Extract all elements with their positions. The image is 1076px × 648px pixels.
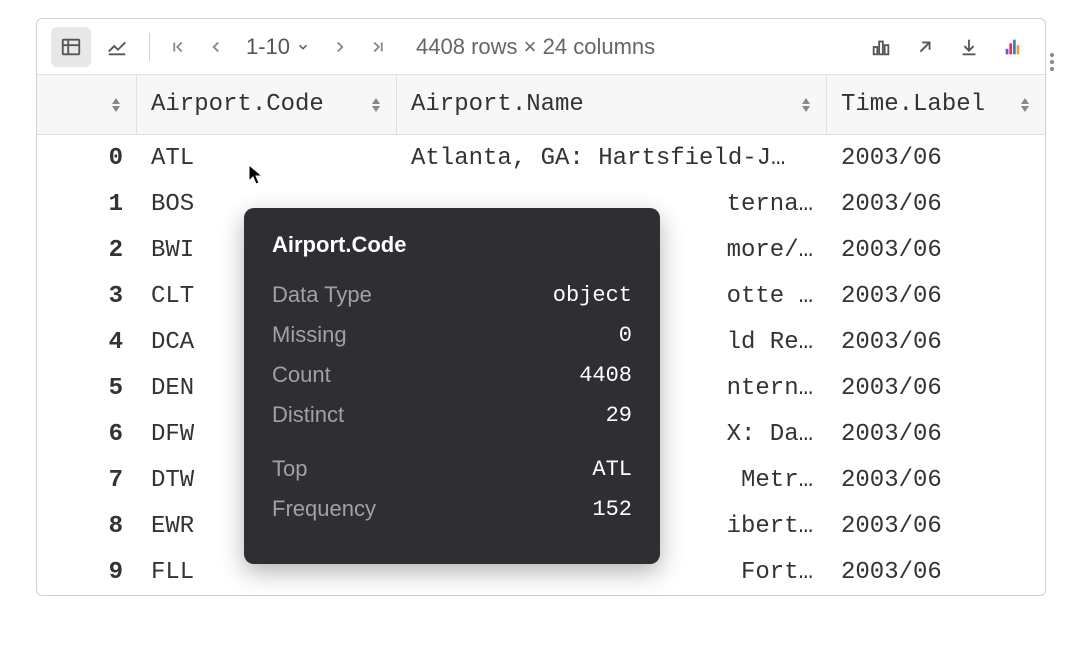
tooltip-stat-value: 0 bbox=[619, 323, 632, 348]
tooltip-stat-row: Count 4408 bbox=[272, 362, 632, 388]
cell-idx: 7 bbox=[37, 467, 137, 494]
cell-idx: 9 bbox=[37, 559, 137, 586]
tooltip-stat-value: ATL bbox=[592, 457, 632, 482]
cell-idx: 2 bbox=[37, 237, 137, 264]
cell-time: 2003/06 bbox=[827, 513, 1045, 540]
tooltip-stat-value: 152 bbox=[592, 497, 632, 522]
tooltip-stat-label: Frequency bbox=[272, 496, 376, 522]
column-label: Time.Label bbox=[841, 91, 985, 118]
chart-view-button[interactable] bbox=[97, 27, 137, 67]
tooltip-stat-row: Top ATL bbox=[272, 456, 632, 482]
cell-time: 2003/06 bbox=[827, 329, 1045, 356]
cell-time: 2003/06 bbox=[827, 237, 1045, 264]
tooltip-stat-value: object bbox=[553, 283, 632, 308]
tooltip-title: Airport.Code bbox=[272, 232, 632, 258]
sort-icon bbox=[1019, 97, 1031, 113]
tooltip-stat-label: Top bbox=[272, 456, 307, 482]
tooltip-stat-label: Data Type bbox=[272, 282, 372, 308]
column-tooltip: Airport.Code Data Type object Missing 0 Coun… bbox=[244, 208, 660, 564]
overflow-menu-button[interactable] bbox=[1040, 50, 1064, 74]
cell-time: 2003/06 bbox=[827, 421, 1045, 448]
shape-text: 4408 rows × 24 columns bbox=[416, 34, 655, 60]
cell-time: 2003/06 bbox=[827, 375, 1045, 402]
sort-icon bbox=[110, 97, 122, 113]
page-range-selector[interactable]: 1-10 bbox=[238, 34, 318, 60]
sort-icon bbox=[370, 97, 382, 113]
cell-time: 2003/06 bbox=[827, 283, 1045, 310]
tooltip-stat-label: Count bbox=[272, 362, 331, 388]
tooltip-stat-label: Distinct bbox=[272, 402, 344, 428]
sort-icon bbox=[800, 97, 812, 113]
table-view-button[interactable] bbox=[51, 27, 91, 67]
chevron-down-icon bbox=[296, 40, 310, 54]
tooltip-stat-row: Data Type object bbox=[272, 282, 632, 308]
cell-code: ATL bbox=[137, 145, 397, 172]
cell-idx: 8 bbox=[37, 513, 137, 540]
table-row[interactable]: 0ATLAtlanta, GA: Hartsfield-J…2003/06 bbox=[37, 135, 1045, 181]
last-page-button[interactable] bbox=[362, 31, 394, 63]
cell-time: 2003/06 bbox=[827, 191, 1045, 218]
next-page-button[interactable] bbox=[324, 31, 356, 63]
column-label: Airport.Name bbox=[411, 91, 584, 118]
column-header-code[interactable]: Airport.Code bbox=[137, 75, 397, 134]
tooltip-stat-row: Missing 0 bbox=[272, 322, 632, 348]
prev-page-button[interactable] bbox=[200, 31, 232, 63]
cell-idx: 6 bbox=[37, 421, 137, 448]
page-range-text: 1-10 bbox=[246, 34, 290, 60]
toolbar: 1-10 4408 rows × 24 columns bbox=[37, 19, 1045, 75]
download-button[interactable] bbox=[951, 29, 987, 65]
table-header: Airport.Code Airport.Name Time.Label bbox=[37, 75, 1045, 135]
tooltip-stat-label: Missing bbox=[272, 322, 347, 348]
first-page-button[interactable] bbox=[162, 31, 194, 63]
tooltip-stat-value: 4408 bbox=[579, 363, 632, 388]
tooltip-stat-value: 29 bbox=[606, 403, 632, 428]
tooltip-stat-row: Distinct 29 bbox=[272, 402, 632, 428]
column-label: Airport.Code bbox=[151, 91, 324, 118]
cell-time: 2003/06 bbox=[827, 559, 1045, 586]
cell-idx: 0 bbox=[37, 145, 137, 172]
cell-idx: 4 bbox=[37, 329, 137, 356]
tooltip-stat-row: Frequency 152 bbox=[272, 496, 632, 522]
cell-idx: 1 bbox=[37, 191, 137, 218]
cursor-icon bbox=[248, 164, 266, 186]
cell-time: 2003/06 bbox=[827, 467, 1045, 494]
cell-name: Atlanta, GA: Hartsfield-J… bbox=[397, 145, 827, 172]
column-header-time[interactable]: Time.Label bbox=[827, 75, 1045, 134]
cell-idx: 3 bbox=[37, 283, 137, 310]
stats-button[interactable] bbox=[995, 29, 1031, 65]
cell-time: 2003/06 bbox=[827, 145, 1045, 172]
cell-idx: 5 bbox=[37, 375, 137, 402]
open-external-button[interactable] bbox=[907, 29, 943, 65]
column-header-index[interactable] bbox=[37, 75, 137, 134]
column-header-name[interactable]: Airport.Name bbox=[397, 75, 827, 134]
divider bbox=[149, 33, 150, 61]
bar-chart-button[interactable] bbox=[863, 29, 899, 65]
